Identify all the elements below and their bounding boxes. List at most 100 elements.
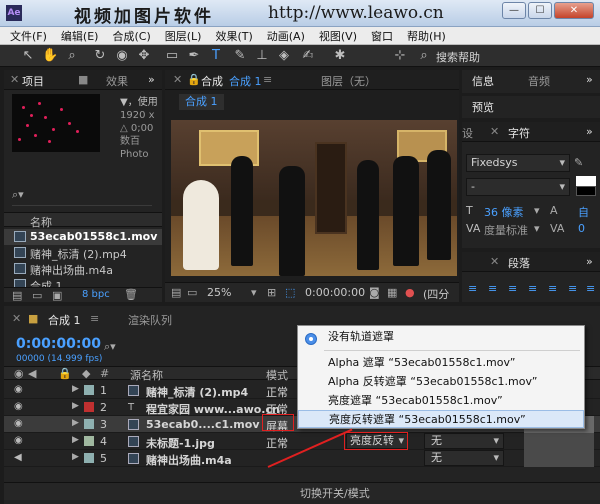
tab-info[interactable]: 信息 [472, 73, 494, 89]
timeline-timecode[interactable]: 0:00:00:00 [16, 336, 101, 352]
interpret-icon[interactable]: ▤ [12, 289, 22, 302]
selection-tool-icon[interactable]: ↖ [20, 48, 36, 64]
comp-breadcrumb[interactable]: 合成 1 [179, 94, 224, 110]
layer-mode[interactable]: 正常 [266, 384, 288, 400]
menu-edit[interactable]: 编辑(E) [61, 28, 99, 44]
pan-behind-tool-icon[interactable]: ✥ [136, 48, 152, 64]
justify-right-icon[interactable]: ≡ [568, 282, 577, 295]
tab-character[interactable]: 字符 [508, 125, 530, 141]
grid-icon[interactable]: ⊞ [267, 286, 276, 299]
panel-overflow-icon[interactable]: » [148, 73, 155, 86]
menu-item-alpha-inverted-matte[interactable]: Alpha 反转遮罩 “53ecab01558c1.mov” [298, 373, 584, 391]
fill-color-swatch[interactable] [576, 176, 596, 186]
region-icon[interactable]: ▭ [187, 286, 197, 299]
eye-icon[interactable]: ◉ [14, 384, 23, 395]
tab-render-queue[interactable]: 渲染队列 [128, 312, 172, 328]
expand-arrow-icon[interactable]: ▶ [72, 418, 79, 428]
zoom-dropdown-icon[interactable]: ▾ [251, 286, 257, 299]
tab-composition-1[interactable]: 合成 1 [229, 73, 262, 89]
lock-icon[interactable]: 🔒 [187, 73, 201, 86]
panel-close-icon[interactable]: ✕ [490, 255, 499, 268]
layer-duration-bar[interactable] [524, 450, 594, 467]
font-style-select[interactable]: - [466, 178, 570, 196]
panel-menu-icon[interactable]: ■ [78, 73, 88, 86]
layer-duration-bar[interactable] [524, 433, 594, 450]
menu-composition[interactable]: 合成(C) [112, 28, 150, 44]
eye-icon[interactable]: ◉ [14, 418, 23, 429]
eye-icon[interactable]: ◉ [14, 401, 23, 412]
justify-left-icon[interactable]: ≡ [528, 282, 537, 295]
panel-overflow-icon[interactable]: » [586, 73, 593, 86]
panel-close-icon[interactable]: ✕ [12, 312, 21, 325]
menu-help[interactable]: 帮助(H) [407, 28, 446, 44]
project-item[interactable]: 赌神_标清 (2).mp4 [4, 245, 162, 261]
roto-tool-icon[interactable]: ✍ [300, 48, 316, 64]
layer-row[interactable]: ◉ ▶ 4 未标题-1.jpg 正常 亮度反转 无 [4, 433, 600, 450]
layer-name[interactable]: 未标题-1.jpg [146, 435, 215, 451]
align-center-icon[interactable]: ≡ [488, 282, 497, 295]
label-swatch[interactable] [84, 402, 94, 412]
font-family-select[interactable]: Fixedsys [466, 154, 570, 172]
project-item[interactable]: 53ecab01558c1.mov [4, 229, 162, 245]
menu-effect[interactable]: 效果(T) [215, 28, 252, 44]
expand-arrow-icon[interactable]: ▶ [72, 452, 79, 462]
panel-overflow-icon[interactable]: » [586, 255, 593, 268]
text-tool-icon[interactable]: T [208, 48, 224, 64]
source-name-header[interactable]: 源名称 [130, 367, 163, 383]
kerning-select[interactable]: 度量标准 [484, 222, 528, 238]
hand-tool-icon[interactable]: ✋ [42, 48, 58, 64]
snap-icon[interactable]: ⊹ [392, 48, 408, 64]
toggle-switches-modes-button[interactable]: 切换开关/模式 [300, 485, 370, 501]
justify-all-icon[interactable]: ≡ [586, 282, 595, 295]
menu-layer[interactable]: 图层(L) [165, 28, 202, 44]
layer-name[interactable]: 赌神_标清 (2).mp4 [146, 384, 248, 400]
tab-project[interactable]: 项目 [22, 73, 44, 89]
audio-icon[interactable]: ◀ [14, 452, 22, 463]
tab-layer-none[interactable]: 图层（无） [321, 73, 376, 89]
panel-menu-icon[interactable]: ≡ [263, 73, 272, 86]
bit-depth-button[interactable]: 8 bpc [82, 289, 110, 300]
maximize-button[interactable]: ☐ [528, 2, 552, 19]
tab-audio[interactable]: 音频 [528, 73, 550, 89]
expand-arrow-icon[interactable]: ▶ [72, 401, 79, 411]
justify-center-icon[interactable]: ≡ [548, 282, 557, 295]
menu-item-luma-inverted-matte[interactable]: 亮度反转遮罩 “53ecab01558c1.mov” [298, 410, 584, 428]
tab-effects[interactable]: 效果 [106, 73, 128, 89]
snapshot-icon[interactable]: ◙ [369, 286, 380, 299]
search-help-label[interactable]: 搜索帮助 [436, 49, 480, 65]
minimize-button[interactable]: — [502, 2, 526, 19]
show-snapshot-icon[interactable]: ▦ [387, 286, 397, 299]
menu-item-alpha-matte[interactable]: Alpha 遮罩 “53ecab01558c1.mov” [298, 354, 584, 372]
eraser-tool-icon[interactable]: ◈ [276, 48, 292, 64]
rotate-tool-icon[interactable]: ↻ [92, 48, 108, 64]
channel-icon[interactable]: ● [405, 286, 415, 299]
eye-icon[interactable]: ◉ [14, 435, 23, 446]
pen-tool-icon[interactable]: ✒ [186, 48, 202, 64]
tab-composition-label[interactable]: 合成 [201, 73, 223, 89]
layer-name[interactable]: 53ecab0....c1.mov [146, 418, 260, 431]
label-swatch[interactable] [84, 419, 94, 429]
project-item[interactable]: 合成 1 [4, 277, 162, 287]
panel-menu-icon[interactable]: ≡ [90, 312, 99, 325]
align-left-icon[interactable]: ≡ [468, 282, 477, 295]
close-button[interactable]: ✕ [554, 2, 594, 19]
panel-close-icon[interactable]: ✕ [490, 125, 499, 138]
always-preview-icon[interactable]: ▤ [171, 286, 181, 299]
trash-icon[interactable]: 🗑 [124, 288, 138, 301]
current-time[interactable]: 0:00:00:00 [305, 286, 365, 299]
brush-tool-icon[interactable]: ✎ [232, 48, 248, 64]
parent-select[interactable]: 无 [424, 450, 504, 466]
menu-view[interactable]: 视图(V) [319, 28, 357, 44]
project-item[interactable]: 赌神出场曲.m4a [4, 261, 162, 277]
menu-item-luma-matte[interactable]: 亮度遮罩 “53ecab01558c1.mov” [298, 392, 584, 410]
zoom-level[interactable]: 25% [207, 286, 231, 299]
tracking-value[interactable]: 0 [578, 222, 585, 235]
mode-header[interactable]: 模式 [266, 367, 288, 383]
tab-preview[interactable]: 预览 [472, 99, 494, 115]
panel-overflow-icon[interactable]: » [586, 125, 593, 138]
font-size-value[interactable]: 36 像素 [484, 204, 524, 220]
menu-window[interactable]: 窗口 [371, 28, 393, 44]
align-right-icon[interactable]: ≡ [508, 282, 517, 295]
puppet-tool-icon[interactable]: ✱ [332, 48, 348, 64]
layer-name[interactable]: 程宜家园 www...awo.cn [146, 401, 280, 417]
